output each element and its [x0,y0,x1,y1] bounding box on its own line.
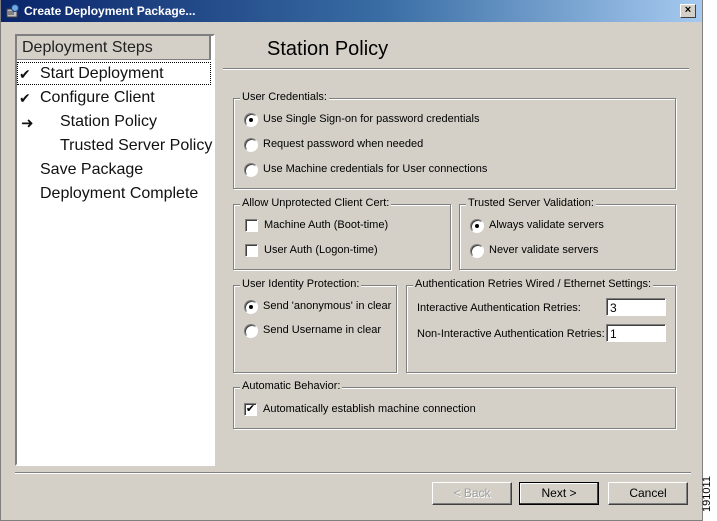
group-legend: Authentication Retries Wired / Ethernet … [413,278,654,290]
option-label: Use Single Sign-on for password credenti… [263,113,480,125]
group-legend: User Identity Protection: [240,278,362,290]
group-legend: Automatic Behavior: [240,380,343,392]
app-icon [6,4,19,18]
option-label: User Auth (Logon-time) [264,244,378,256]
arrow-right-icon: ➜ [21,115,34,132]
interactive-retries-label: Interactive Authentication Retries: [417,302,581,314]
checkbox[interactable] [245,219,258,232]
steps-header: Deployment Steps [17,36,211,60]
deployment-steps-panel: Deployment Steps ✔ Start Deployment ✔ Co… [15,34,215,466]
noninteractive-retries-label: Non-Interactive Authentication Retries: [417,328,605,340]
radio-button[interactable] [244,113,258,127]
option-label: Machine Auth (Boot-time) [264,219,389,231]
option-label: Send Username in clear [263,324,382,336]
group-legend: Trusted Server Validation: [466,197,596,209]
figure-id-text: 191011 [700,476,713,512]
close-button[interactable]: × [680,4,696,18]
option-label: Use Machine credentials for User connect… [263,163,488,175]
radio-button[interactable] [244,300,258,314]
interactive-retries-input[interactable]: 3 [606,298,666,316]
page-title: Station Policy [267,38,389,60]
automatic-behavior-group: Automatic Behavior: ✔ Automatically esta… [233,380,676,429]
option-label: Automatically establish machine connecti… [263,403,476,415]
step-label: Save Package [40,161,144,178]
group-legend: User Credentials: [240,91,329,103]
noninteractive-retries-input[interactable]: 1 [606,324,666,342]
back-button[interactable]: < Back [432,482,512,505]
unprotected-client-cert-group: Allow Unprotected Client Cert: Machine A… [233,197,451,270]
trusted-server-validation-group: Trusted Server Validation: Always valida… [459,197,676,270]
next-button[interactable]: Next > [519,482,599,505]
checkbox[interactable] [245,244,258,257]
window-title: Create Deployment Package... [24,4,196,18]
auth-retries-group: Authentication Retries Wired / Ethernet … [406,278,676,373]
step-label: Configure Client [40,89,155,106]
figure-id: 191011 [700,470,717,520]
radio-button[interactable] [470,244,484,258]
option-label: Always validate servers [489,219,604,231]
checkmark-icon: ✔ [19,66,31,82]
radio-button[interactable] [244,138,258,152]
group-legend: Allow Unprotected Client Cert: [240,197,392,209]
title-divider [223,68,689,70]
step-label: Deployment Complete [40,185,199,202]
footer-divider [15,472,691,474]
step-label: Station Policy [60,113,157,130]
user-credentials-group: User Credentials: Use Single Sign-on for… [233,91,676,189]
user-identity-protection-group: User Identity Protection: Send 'anonymou… [233,278,397,373]
option-label: Never validate servers [489,244,599,256]
option-label: Send 'anonymous' in clear [263,300,392,312]
radio-button[interactable] [244,324,258,338]
title-bar[interactable]: Create Deployment Package... × [1,0,702,22]
radio-button[interactable] [470,219,484,233]
step-label: Trusted Server Policy [60,137,213,154]
cancel-button[interactable]: Cancel [608,482,688,505]
step-label: Start Deployment [40,65,164,82]
option-label: Request password when needed [263,138,424,150]
radio-button[interactable] [244,163,258,177]
deployment-dialog: Create Deployment Package... × Deploymen… [0,0,703,521]
checkmark-icon: ✔ [19,90,31,106]
checkbox[interactable]: ✔ [244,403,257,416]
